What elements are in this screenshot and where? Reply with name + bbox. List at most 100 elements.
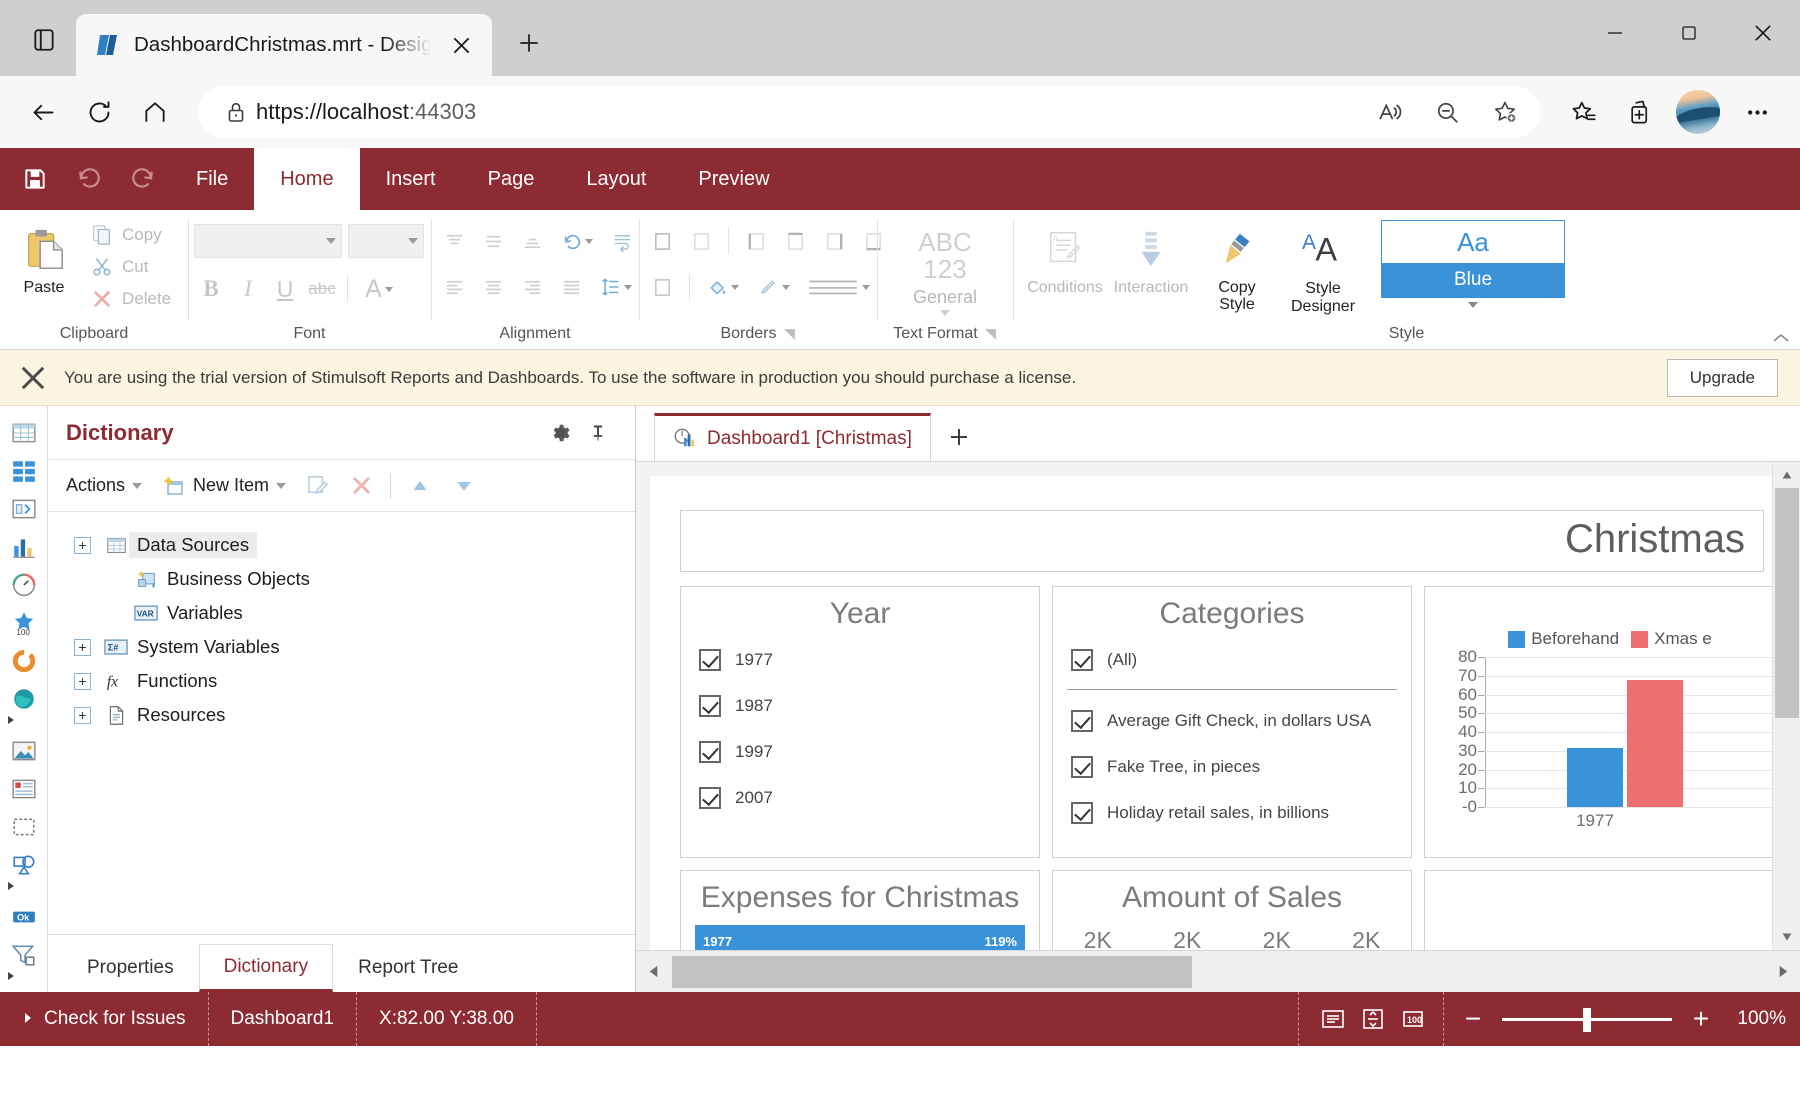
checkbox-icon[interactable] bbox=[699, 741, 721, 763]
style-gallery-item[interactable]: Aa Blue bbox=[1381, 220, 1565, 298]
legend-item-beforehand[interactable]: Beforehand bbox=[1508, 629, 1619, 649]
border-none-icon[interactable] bbox=[684, 226, 718, 256]
delete-button[interactable]: Delete bbox=[86, 284, 179, 314]
back-arrow-icon[interactable] bbox=[16, 85, 70, 139]
grid-cards-icon[interactable] bbox=[0, 452, 48, 490]
year-checkbox-2007[interactable]: 2007 bbox=[681, 775, 1039, 821]
data-table-icon[interactable] bbox=[0, 414, 48, 452]
dashboard-header-panel[interactable]: Christmas bbox=[680, 510, 1764, 572]
cut-button[interactable]: Cut bbox=[86, 252, 179, 282]
refresh-icon[interactable] bbox=[72, 85, 126, 139]
year-checkbox-1987[interactable]: 1987 bbox=[681, 683, 1039, 729]
move-up-icon[interactable] bbox=[403, 469, 437, 503]
pie-donut-icon[interactable] bbox=[0, 642, 48, 680]
dialog-launcher-icon[interactable] bbox=[984, 328, 997, 341]
tree-node-system-variables[interactable]: + Σ# System Variables bbox=[48, 630, 635, 664]
expand-arrow-icon[interactable] bbox=[7, 972, 14, 980]
paste-button[interactable]: Paste bbox=[6, 218, 82, 301]
scroll-right-icon[interactable] bbox=[1764, 951, 1800, 993]
border-color-icon[interactable] bbox=[751, 272, 797, 302]
border-all-icon[interactable] bbox=[645, 226, 679, 256]
gear-icon[interactable] bbox=[541, 414, 579, 452]
align-bottom-icon[interactable] bbox=[515, 226, 549, 256]
copy-style-button[interactable]: Copy Style bbox=[1199, 218, 1275, 318]
checkbox-icon[interactable] bbox=[1071, 649, 1093, 671]
checkbox-icon[interactable] bbox=[699, 787, 721, 809]
maximize-icon[interactable] bbox=[1652, 0, 1726, 66]
expand-arrow-icon[interactable] bbox=[7, 716, 14, 724]
year-checkbox-1997[interactable]: 1997 bbox=[681, 729, 1039, 775]
shape-icon[interactable] bbox=[0, 846, 48, 890]
scroll-up-icon[interactable] bbox=[1773, 462, 1800, 488]
zoom-100-icon[interactable]: 100 bbox=[1393, 992, 1433, 1046]
home-icon[interactable] bbox=[128, 85, 182, 139]
close-window-icon[interactable] bbox=[1726, 0, 1800, 66]
fill-color-icon[interactable] bbox=[700, 272, 746, 302]
hscroll-track[interactable] bbox=[672, 951, 1764, 993]
add-tab-icon[interactable] bbox=[937, 413, 981, 461]
browser-tab[interactable]: DashboardChristmas.mrt - Desig bbox=[76, 14, 493, 76]
strikethrough-button[interactable]: abc bbox=[305, 274, 339, 304]
legend-item-xmas[interactable]: Xmas e bbox=[1631, 629, 1712, 649]
vscroll-thumb[interactable] bbox=[1774, 488, 1799, 718]
dashboard-page[interactable]: Christmas Year 1977 1987 1997 2007 Categ… bbox=[650, 476, 1772, 950]
filter-icon[interactable] bbox=[0, 936, 48, 980]
category-checkbox-all[interactable]: (All) bbox=[1053, 637, 1411, 683]
copy-button[interactable]: Copy bbox=[86, 220, 179, 250]
tab-dictionary[interactable]: Dictionary bbox=[198, 944, 334, 992]
collections-icon[interactable] bbox=[1612, 85, 1666, 139]
interaction-button[interactable]: Interaction bbox=[1113, 218, 1189, 301]
align-right-icon[interactable] bbox=[515, 272, 549, 302]
checkbox-icon[interactable] bbox=[1071, 756, 1093, 778]
image-icon[interactable] bbox=[0, 732, 48, 770]
ribbon-tab-file[interactable]: File bbox=[170, 148, 254, 210]
button-ok-icon[interactable]: Ok bbox=[0, 898, 48, 936]
category-checkbox-gift-check[interactable]: Average Gift Check, in dollars USA bbox=[1053, 698, 1411, 744]
checkbox-icon[interactable] bbox=[699, 649, 721, 671]
checkbox-icon[interactable] bbox=[699, 695, 721, 717]
zoom-slider-thumb[interactable] bbox=[1583, 1007, 1591, 1032]
new-tab-icon[interactable] bbox=[504, 18, 554, 68]
document-tab-dashboard1[interactable]: Dashboard1 [Christmas] bbox=[654, 413, 931, 461]
favorites-icon[interactable] bbox=[1556, 85, 1610, 139]
align-center-icon[interactable] bbox=[476, 272, 510, 302]
panel-icon[interactable] bbox=[0, 808, 48, 846]
canvas-vertical-scrollbar[interactable] bbox=[1772, 462, 1800, 950]
hscroll-thumb[interactable] bbox=[672, 955, 1192, 988]
checkbox-icon[interactable] bbox=[1071, 710, 1093, 732]
minimize-icon[interactable] bbox=[1578, 0, 1652, 66]
canvas-horizontal-scrollbar[interactable] bbox=[636, 950, 1800, 992]
address-bar[interactable]: https://localhost:44303 bbox=[198, 86, 1540, 138]
underline-button[interactable]: U bbox=[268, 274, 302, 304]
ribbon-tab-layout[interactable]: Layout bbox=[560, 148, 672, 210]
zoom-slider[interactable] bbox=[1502, 1007, 1672, 1032]
border-left-icon[interactable] bbox=[739, 226, 773, 256]
text-format-dropdown[interactable] bbox=[940, 310, 950, 317]
close-icon[interactable] bbox=[444, 28, 478, 62]
expenses-bar-1977[interactable]: 1977 119% bbox=[695, 925, 1025, 950]
tab-report-tree[interactable]: Report Tree bbox=[333, 944, 483, 992]
tree-node-functions[interactable]: + fx Functions bbox=[48, 664, 635, 698]
tree-node-variables[interactable]: VAR Variables bbox=[48, 596, 635, 630]
bar-chart-icon[interactable] bbox=[0, 528, 48, 566]
categories-filter-panel[interactable]: Categories (All) Average Gift Check, in … bbox=[1052, 586, 1412, 858]
border-style-select[interactable] bbox=[802, 272, 874, 302]
zoom-out-button[interactable]: − bbox=[1462, 1005, 1484, 1033]
sales-panel[interactable]: Amount of Sales 2K 2K 2K 2K 62.2M 62.2M … bbox=[1052, 870, 1412, 950]
close-icon[interactable] bbox=[16, 361, 50, 395]
tab-search-icon[interactable] bbox=[16, 12, 72, 68]
profile-avatar[interactable] bbox=[1676, 90, 1720, 134]
category-checkbox-fake-tree[interactable]: Fake Tree, in pieces bbox=[1053, 744, 1411, 790]
progress-100-icon[interactable]: 100 bbox=[0, 604, 48, 642]
lower-right-panel[interactable] bbox=[1424, 870, 1772, 950]
text-wrap-icon[interactable] bbox=[605, 226, 639, 256]
ribbon-collapse-icon[interactable] bbox=[1772, 333, 1790, 343]
indicator-icon[interactable] bbox=[0, 490, 48, 528]
category-checkbox-retail-sales[interactable]: Holiday retail sales, in billions bbox=[1053, 790, 1411, 836]
tab-properties[interactable]: Properties bbox=[62, 944, 199, 992]
align-top-icon[interactable] bbox=[437, 226, 471, 256]
style-designer-button[interactable]: A A Style Designer bbox=[1285, 218, 1361, 321]
ribbon-tab-insert[interactable]: Insert bbox=[360, 148, 462, 210]
expander-icon[interactable]: + bbox=[74, 706, 91, 724]
bar-chart-panel[interactable]: Beforehand Xmas e 80 70 60 50 40 30 20 10 -0 bbox=[1424, 586, 1772, 858]
